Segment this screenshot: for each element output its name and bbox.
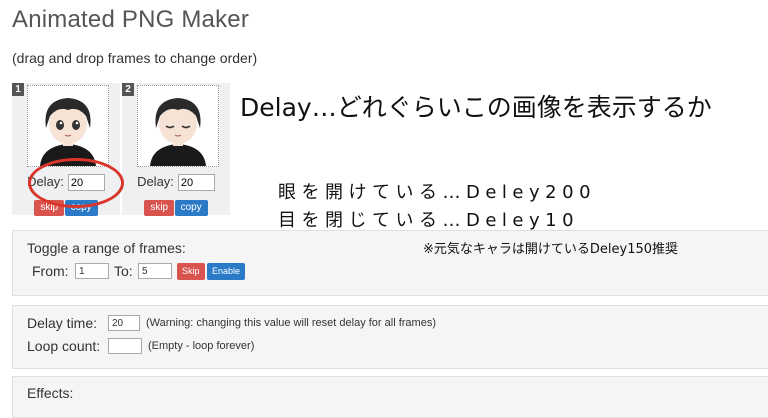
- frame-number-badge: 2: [122, 83, 134, 96]
- highlight-circle: [28, 158, 124, 208]
- frame-skip-button[interactable]: skip: [144, 200, 175, 216]
- frame-thumbnail: [27, 85, 109, 167]
- loop-count-label: Loop count:: [27, 338, 101, 354]
- page-title: Animated PNG Maker: [12, 6, 250, 33]
- character-eyes-closed-image: [150, 98, 206, 166]
- annotation-line-2: 目を閉じている…Deley10: [278, 210, 580, 231]
- character-eyes-open-image: [40, 98, 96, 166]
- toggle-range-panel: Toggle a range of frames: ※元気なキャラは開けているD…: [12, 230, 768, 296]
- loop-count-hint: (Empty - loop forever): [148, 340, 255, 352]
- loop-count-input[interactable]: [108, 338, 142, 354]
- settings-panel: Delay time: 20 (Warning: changing this v…: [12, 305, 768, 369]
- annotation-line-1: 眼を開けている…Deley200: [278, 182, 597, 203]
- annotation-main: Delay…どれぐらいこの画像を表示するか: [240, 93, 712, 122]
- page-subtitle: (drag and drop frames to change order): [12, 50, 258, 66]
- frame-delay-input[interactable]: [177, 174, 215, 192]
- from-input[interactable]: 1: [75, 263, 109, 279]
- from-label: From:: [32, 263, 69, 279]
- range-enable-button[interactable]: Enable: [207, 263, 246, 280]
- frame-copy-button[interactable]: copy: [174, 200, 208, 216]
- toggle-range-title: Toggle a range of frames:: [27, 240, 186, 256]
- frame-delay-row: Delay:: [122, 174, 230, 192]
- frame-number-badge: 1: [12, 83, 24, 96]
- to-label: To:: [114, 263, 133, 279]
- to-input[interactable]: 5: [138, 263, 172, 279]
- delay-time-input[interactable]: 20: [108, 315, 140, 331]
- range-skip-button[interactable]: Skip: [177, 263, 205, 280]
- frame-delay-label: Delay:: [137, 174, 174, 189]
- annotation-note: ※元気なキャラは開けているDeley150推奨: [423, 242, 679, 257]
- effects-title: Effects:: [27, 385, 74, 401]
- delay-time-hint: (Warning: changing this value will reset…: [146, 317, 436, 329]
- frame-thumbnail: [137, 85, 219, 167]
- delay-time-label: Delay time:: [27, 315, 98, 331]
- effects-panel: Effects:: [12, 376, 768, 418]
- frame-card-2[interactable]: 2 Delay: skip copy: [122, 83, 230, 216]
